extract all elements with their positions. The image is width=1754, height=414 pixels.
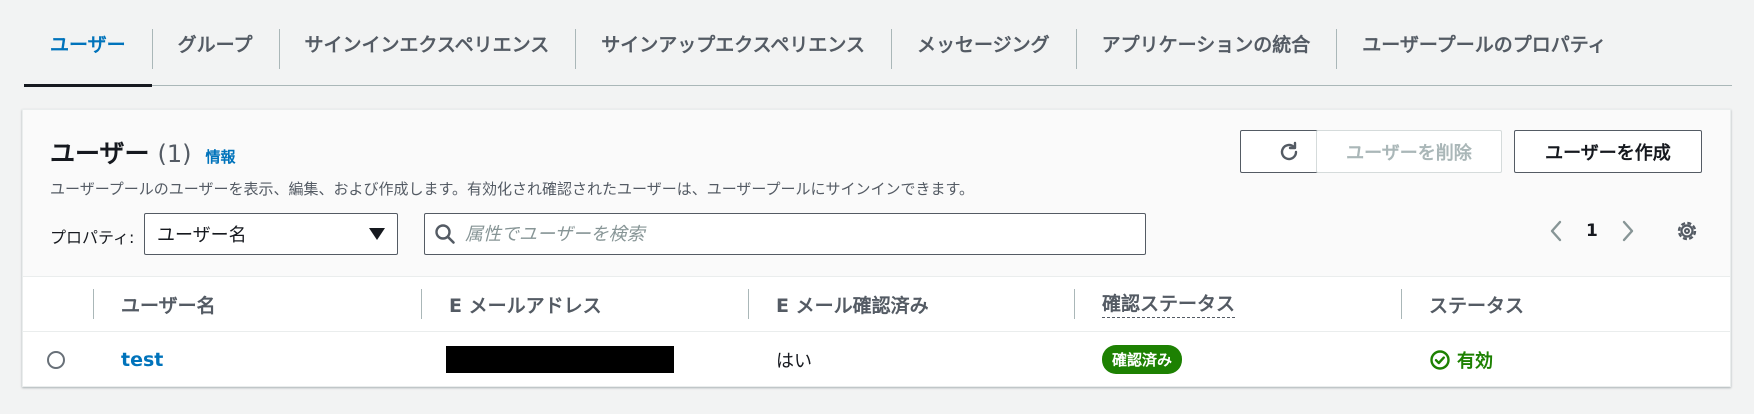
users-panel: ユーザー (1) 情報 ユーザープールのユーザーを表示、編集、および作成します。… bbox=[22, 109, 1731, 387]
tab-sign-up-experience[interactable]: サインアップエクスペリエンス bbox=[575, 0, 891, 86]
search-field[interactable] bbox=[424, 213, 1146, 255]
username-link[interactable]: test bbox=[121, 349, 163, 371]
row-select-radio-cell bbox=[47, 332, 65, 387]
column-divider bbox=[1074, 289, 1075, 319]
create-user-button[interactable]: ユーザーを作成 bbox=[1514, 130, 1702, 173]
chevron-left-icon[interactable] bbox=[1548, 219, 1564, 243]
user-count: (1) bbox=[157, 140, 192, 168]
status-enabled: 有効 bbox=[1429, 347, 1493, 373]
gear-icon[interactable] bbox=[1674, 218, 1700, 244]
cell-email bbox=[446, 332, 674, 387]
title-row: ユーザー (1) 情報 bbox=[50, 134, 236, 170]
status-badge: 確認済み bbox=[1102, 345, 1183, 374]
search-icon bbox=[425, 223, 465, 245]
property-select-value: ユーザー名 bbox=[157, 225, 247, 246]
refresh-icon bbox=[1280, 141, 1297, 160]
tab-app-integration[interactable]: アプリケーションの統合 bbox=[1075, 0, 1337, 86]
table-row: test はい 確認済み 有効 bbox=[23, 332, 1730, 387]
column-email[interactable]: E メールアドレス bbox=[449, 277, 602, 332]
panel-description: ユーザープールのユーザーを表示、編集、および作成します。有効化され確認されたユー… bbox=[50, 180, 975, 198]
cell-email-verified: はい bbox=[776, 350, 812, 372]
search-input[interactable] bbox=[465, 223, 1125, 245]
column-divider bbox=[1401, 289, 1402, 319]
tab-bar: ユーザー グループ サインインエクスペリエンス サインアップエクスペリエンス メ… bbox=[24, 0, 1732, 87]
delete-user-button[interactable]: ユーザーを削除 bbox=[1316, 130, 1502, 173]
cell-username: test bbox=[121, 332, 163, 387]
column-divider bbox=[421, 289, 422, 319]
tab-user-pool-properties[interactable]: ユーザープールのプロパティ bbox=[1336, 0, 1632, 86]
property-label: プロパティ: bbox=[50, 228, 135, 247]
page-title: ユーザー bbox=[50, 139, 150, 168]
column-status[interactable]: ステータス bbox=[1429, 277, 1524, 332]
panel-header: ユーザー (1) 情報 ユーザープールのユーザーを表示、編集、および作成します。… bbox=[23, 110, 1730, 277]
redacted-email bbox=[446, 346, 674, 373]
tab-groups[interactable]: グループ bbox=[151, 0, 279, 86]
tab-sign-in-experience[interactable]: サインインエクスペリエンス bbox=[278, 0, 576, 86]
page-number[interactable]: 1 bbox=[1586, 221, 1598, 241]
column-username[interactable]: ユーザー名 bbox=[121, 277, 216, 332]
cell-confirmation: 確認済み bbox=[1102, 332, 1183, 387]
tab-users[interactable]: ユーザー bbox=[24, 0, 152, 87]
table-header: ユーザー名 E メールアドレス E メール確認済み 確認ステータス ステータス bbox=[23, 277, 1730, 332]
status-text: 有効 bbox=[1457, 350, 1493, 372]
tab-messaging[interactable]: メッセージング bbox=[890, 0, 1076, 86]
row-select-radio[interactable] bbox=[47, 350, 65, 369]
caret-down-icon bbox=[369, 228, 385, 240]
check-circle-icon bbox=[1430, 349, 1450, 370]
column-confirmation-status[interactable]: 確認ステータス bbox=[1102, 277, 1236, 332]
chevron-right-icon[interactable] bbox=[1620, 219, 1636, 243]
column-email-verified[interactable]: E メール確認済み bbox=[776, 277, 929, 332]
pagination: 1 bbox=[1548, 219, 1636, 243]
cell-status: 有効 bbox=[1429, 332, 1493, 387]
column-divider bbox=[748, 289, 749, 319]
column-divider bbox=[93, 289, 94, 319]
property-select[interactable]: ユーザー名 bbox=[144, 213, 398, 255]
info-link[interactable]: 情報 bbox=[206, 146, 236, 167]
